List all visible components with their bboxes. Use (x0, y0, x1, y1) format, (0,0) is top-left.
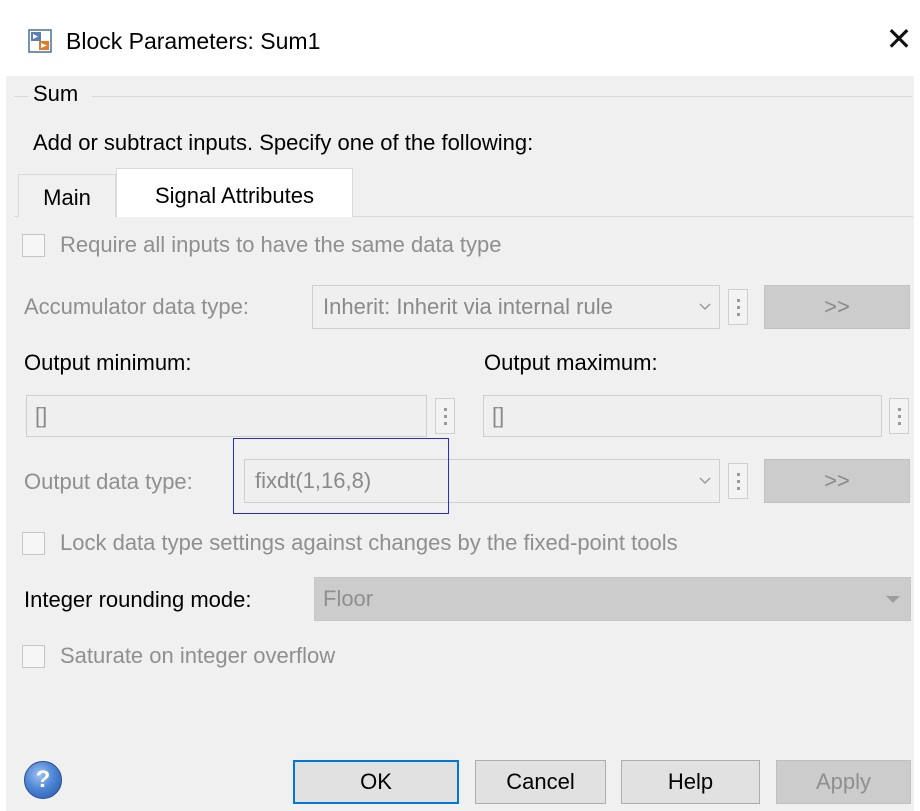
vertical-dots-icon (737, 306, 740, 309)
output-minimum-dots-button[interactable] (435, 398, 455, 434)
tab-main[interactable]: Main (18, 174, 116, 217)
vertical-dots-icon (737, 487, 740, 490)
help-button[interactable]: Help (621, 760, 760, 804)
output-data-type-assistant-button[interactable]: >> (764, 459, 910, 503)
vertical-dots-icon (737, 480, 740, 483)
chevron-down-icon (699, 477, 711, 485)
group-title: Sum (33, 81, 79, 106)
vertical-dots-icon (737, 299, 740, 302)
chevron-down-icon (699, 303, 711, 311)
vertical-dots-icon (898, 415, 901, 418)
vertical-dots-icon (444, 415, 447, 418)
title-bar: Block Parameters: Sum1 ✕ (0, 0, 920, 82)
require-same-type-label: Require all inputs to have the same data… (60, 232, 502, 257)
tab-underline (353, 216, 913, 217)
output-data-type-dots-button[interactable] (728, 463, 748, 499)
accumulator-label: Accumulator data type: (24, 294, 250, 319)
output-maximum-label: Output maximum: (484, 350, 658, 375)
block-description: Add or subtract inputs. Specify one of t… (33, 130, 534, 155)
output-maximum-field[interactable]: [] (483, 395, 882, 437)
integer-rounding-dropdown[interactable]: Floor (314, 577, 911, 621)
integer-rounding-label: Integer rounding mode: (24, 587, 252, 612)
vertical-dots-icon (898, 408, 901, 411)
output-minimum-field[interactable]: [] (26, 395, 427, 437)
highlight-box (233, 438, 449, 514)
close-icon[interactable]: ✕ (885, 22, 913, 56)
saturate-checkbox[interactable] (22, 645, 45, 668)
vertical-dots-icon (898, 422, 901, 425)
cancel-button[interactable]: Cancel (475, 760, 606, 804)
lock-data-type-checkbox[interactable] (22, 532, 45, 555)
vertical-dots-icon (444, 422, 447, 425)
group-divider (14, 96, 28, 97)
lock-data-type-label: Lock data type settings against changes … (60, 530, 678, 555)
group-divider (92, 96, 912, 97)
saturate-label: Saturate on integer overflow (60, 643, 336, 668)
chevron-down-icon (886, 596, 900, 603)
accumulator-dots-button[interactable] (728, 289, 748, 325)
accumulator-type-value: Inherit: Inherit via internal rule (323, 294, 613, 319)
integer-rounding-value: Floor (323, 586, 374, 611)
apply-button[interactable]: Apply (776, 760, 911, 804)
ok-button[interactable]: OK (293, 760, 459, 804)
accumulator-assistant-button[interactable]: >> (764, 285, 910, 329)
vertical-dots-icon (737, 473, 740, 476)
vertical-dots-icon (444, 408, 447, 411)
accumulator-type-dropdown[interactable]: Inherit: Inherit via internal rule (312, 285, 720, 329)
simulink-block-icon (28, 29, 52, 53)
help-icon[interactable]: ? (24, 761, 62, 799)
vertical-dots-icon (737, 313, 740, 316)
output-maximum-dots-button[interactable] (889, 398, 909, 434)
window-title: Block Parameters: Sum1 (66, 28, 321, 54)
tab-signal-attributes[interactable]: Signal Attributes (116, 168, 353, 217)
output-data-type-label: Output data type: (24, 469, 193, 494)
require-same-type-checkbox[interactable] (22, 234, 45, 257)
output-minimum-label: Output minimum: (24, 350, 192, 375)
tab-underline (14, 216, 18, 217)
